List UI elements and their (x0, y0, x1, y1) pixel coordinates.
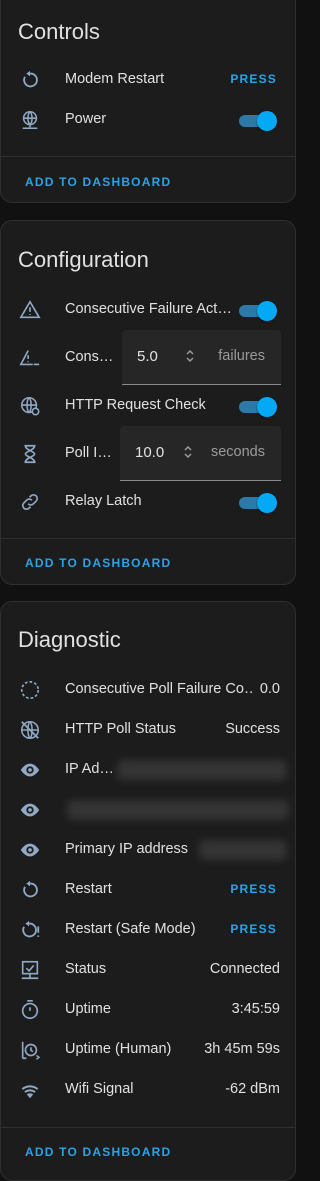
entity-label: Poll I… (65, 445, 112, 461)
consecutive-failures-number-input[interactable]: 5.0 failures (122, 330, 281, 385)
modem-restart-press-button[interactable]: PRESS (230, 72, 277, 86)
entity-label: Wifi Signal (65, 1081, 134, 1097)
entity-label: Consecutive Failure Act… (65, 301, 232, 317)
timer-dashed-icon (18, 678, 42, 702)
alert-minus-icon (18, 346, 42, 370)
entity-row-restart[interactable]: Restart PRESS (1, 870, 295, 910)
relay-latch-toggle[interactable] (239, 493, 277, 513)
entity-label: Uptime (Human) (65, 1041, 172, 1057)
configuration-card: Configuration Consecutive Failure Act… C… (0, 220, 296, 585)
entity-label: Modem Restart (65, 71, 165, 87)
eye-icon (18, 798, 42, 822)
entity-label: Primary IP address (65, 841, 189, 857)
entity-row-consecutive-poll-failure-count: Consecutive Poll Failure Co… 0.0 (1, 670, 295, 710)
entity-row-consecutive-failure-action: Consecutive Failure Act… (1, 290, 295, 330)
divider (1, 1127, 295, 1128)
entity-value: -62 dBm (225, 1081, 280, 1097)
restart-icon (18, 878, 42, 902)
entity-label: HTTP Poll Status (65, 721, 176, 737)
add-to-dashboard-button[interactable]: ADD TO DASHBOARD (25, 556, 171, 570)
number-unit: failures (218, 348, 265, 364)
wifi-icon (18, 1078, 42, 1102)
redacted-value (199, 840, 287, 860)
eye-icon (18, 758, 42, 782)
add-to-dashboard-button[interactable]: ADD TO DASHBOARD (25, 175, 171, 189)
redacted-value (117, 760, 287, 780)
card-title-diagnostic: Diagnostic (18, 627, 121, 652)
restart-alert-icon (18, 918, 42, 942)
entity-row-ip-address: IP Ad… (1, 750, 295, 790)
alert-icon (18, 298, 42, 322)
link-icon (18, 490, 42, 514)
entity-row-restart-safe-mode[interactable]: Restart (Safe Mode) PRESS (1, 910, 295, 950)
entity-label: Status (65, 961, 107, 977)
entity-label: HTTP Request Check (65, 397, 206, 413)
poll-interval-number-input[interactable]: 10.0 seconds (120, 426, 281, 481)
entity-row-power: Power (1, 100, 295, 140)
globe-icon (18, 108, 42, 132)
web-off-icon (18, 718, 42, 742)
entity-value: 3h 45m 59s (204, 1041, 280, 1057)
http-request-check-toggle[interactable] (239, 397, 277, 417)
spinner-icon[interactable] (183, 445, 193, 459)
entity-label: IP Ad… (65, 761, 114, 777)
diagnostic-card: Diagnostic Consecutive Poll Failure Co… … (0, 601, 296, 1181)
add-to-dashboard-button[interactable]: ADD TO DASHBOARD (25, 1145, 171, 1159)
entity-label: Uptime (65, 1001, 111, 1017)
divider (1, 538, 295, 539)
number-value: 10.0 (135, 444, 165, 461)
divider (1, 156, 295, 157)
entity-label: Relay Latch (65, 493, 142, 509)
controls-card: Controls Modem Restart PRESS Power ADD T… (0, 0, 296, 203)
entity-value: Connected (209, 961, 280, 977)
entity-row-primary-ip-address: Primary IP address (1, 830, 295, 870)
clock-arrow-icon (18, 1038, 42, 1062)
monitor-check-icon (18, 958, 42, 982)
entity-label: Consecutive Poll Failure Co… (65, 681, 255, 697)
number-unit: seconds (210, 444, 265, 460)
number-value: 5.0 (137, 348, 158, 365)
entity-row-http-poll-status: HTTP Poll Status Success (1, 710, 295, 750)
entity-row-status: Status Connected (1, 950, 295, 990)
card-title-controls: Controls (18, 19, 100, 44)
timer-icon (18, 998, 42, 1022)
restart-press-button[interactable]: PRESS (230, 882, 277, 896)
entity-row-uptime: Uptime 3:45:59 (1, 990, 295, 1030)
entity-label: Restart (65, 881, 112, 897)
consecutive-failure-action-toggle[interactable] (239, 301, 277, 321)
restart-icon (18, 68, 42, 92)
entity-value: 3:45:59 (231, 1001, 280, 1017)
power-toggle[interactable] (239, 111, 277, 131)
entity-row-relay-latch: Relay Latch (1, 482, 295, 522)
entity-row-uptime-human: Uptime (Human) 3h 45m 59s (1, 1030, 295, 1070)
entity-value: 0.0 (259, 681, 280, 697)
entity-label: Power (65, 111, 107, 127)
entity-value: Success (225, 721, 280, 737)
entity-row-redacted (1, 790, 295, 830)
web-sync-icon (18, 394, 42, 418)
hourglass-icon (18, 442, 42, 466)
redacted-value (67, 800, 289, 820)
eye-icon (18, 838, 42, 862)
entity-row-wifi-signal: Wifi Signal -62 dBm (1, 1070, 295, 1110)
restart-safe-mode-press-button[interactable]: PRESS (230, 922, 277, 936)
entity-label: Restart (Safe Mode) (65, 921, 196, 937)
entity-row-modem-restart[interactable]: Modem Restart PRESS (1, 60, 295, 100)
card-title-configuration: Configuration (18, 247, 149, 272)
entity-label: Cons… (65, 349, 114, 365)
spinner-icon[interactable] (185, 349, 195, 363)
entity-row-http-request-check: HTTP Request Check (1, 386, 295, 426)
